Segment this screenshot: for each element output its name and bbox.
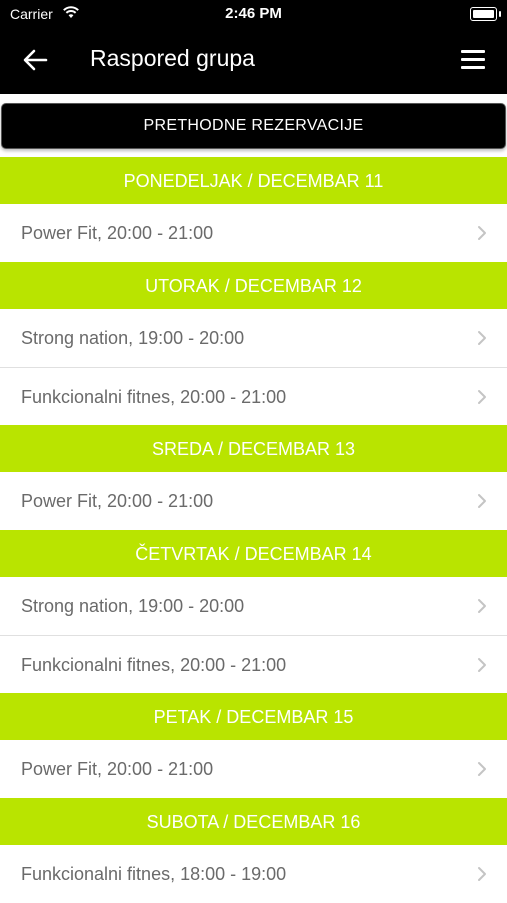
session-label: Strong nation, 19:00 - 20:00 [21,328,245,348]
chevron-right-icon [478,867,486,881]
day-header: ČETVRTAK / DECEMBAR 14 [0,530,507,577]
session-row[interactable]: Funkcionalni fitnes, 20:00 - 21:00 [0,635,507,693]
session-row[interactable]: Funkcionalni fitnes, 18:00 - 19:00 [0,845,507,903]
day-header: PONEDELJAK / DECEMBAR 11 [0,157,507,204]
session-label: Power Fit, 20:00 - 21:00 [21,223,214,243]
day-header: SREDA / DECEMBAR 13 [0,425,507,472]
chevron-right-icon [478,390,486,404]
chevron-right-icon [478,599,486,613]
day-header: UTORAK / DECEMBAR 12 [0,262,507,309]
day-header: PETAK / DECEMBAR 15 [0,693,507,740]
session-label: Funkcionalni fitnes, 18:00 - 19:00 [21,864,287,884]
session-label: Power Fit, 20:00 - 21:00 [21,759,214,779]
page-title: Raspored grupa [90,45,255,71]
chevron-right-icon [478,494,486,508]
session-row[interactable]: Funkcionalni fitnes, 20:00 - 21:00 [0,367,507,425]
session-row[interactable]: Power Fit, 20:00 - 21:00 [0,204,507,262]
battery-icon [470,7,501,21]
session-row[interactable]: Strong nation, 19:00 - 20:00 [0,577,507,635]
status-time: 2:46 PM [225,5,282,22]
hamburger-menu-icon[interactable] [461,50,485,70]
chevron-right-icon [478,226,486,240]
chevron-right-icon [478,762,486,776]
session-row[interactable]: Strong nation, 19:00 - 20:00 [0,309,507,367]
session-row[interactable]: Power Fit, 20:00 - 21:00 [0,472,507,530]
session-label: Funkcionalni fitnes, 20:00 - 21:00 [21,655,287,675]
session-label: Strong nation, 19:00 - 20:00 [21,596,245,616]
schedule-list: PONEDELJAK / DECEMBAR 11 Power Fit, 20:00… [0,157,507,903]
session-row[interactable]: Power Fit, 20:00 - 21:00 [0,740,507,798]
chevron-right-icon [478,331,486,345]
app-header: Carrier 2:46 PM Raspored grupa [0,0,507,94]
previous-reservations-button[interactable]: PRETHODNE REZERVACIJE [1,103,506,149]
day-header: SUBOTA / DECEMBAR 16 [0,798,507,845]
session-label: Power Fit, 20:00 - 21:00 [21,491,214,511]
chevron-right-icon [478,658,486,672]
back-arrow-icon[interactable] [22,48,48,72]
status-bar: Carrier 2:46 PM [0,0,507,28]
session-label: Funkcionalni fitnes, 20:00 - 21:00 [21,387,287,407]
